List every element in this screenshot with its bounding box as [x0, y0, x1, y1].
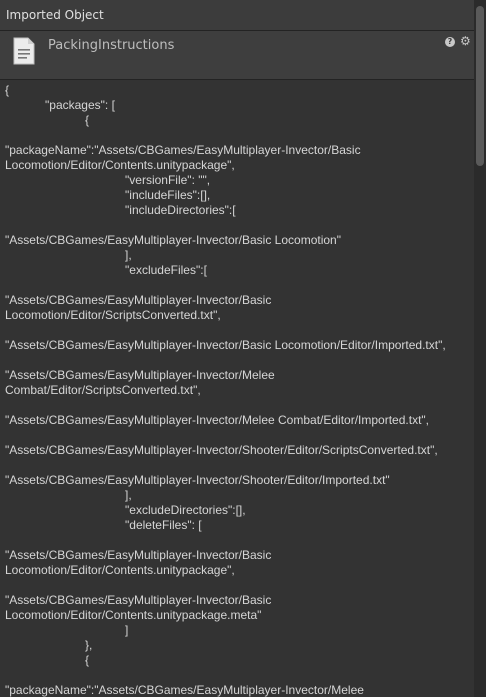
code-line: ],	[5, 488, 132, 502]
code-line: "packages": [	[5, 98, 115, 112]
text-file-icon	[13, 37, 35, 65]
code-line: "packageName":"Assets/CBGames/EasyMultip…	[5, 683, 364, 697]
code-line: "Assets/CBGames/EasyMultiplayer-Invector…	[5, 548, 272, 562]
code-line: "Assets/CBGames/EasyMultiplayer-Invector…	[5, 233, 341, 247]
code-line: ]	[5, 623, 129, 637]
code-text: { "packages": [ { "packageName":"Assets/C…	[0, 80, 474, 697]
help-icon[interactable]: ?	[445, 37, 455, 47]
scrollbar-thumb[interactable]	[476, 6, 484, 166]
code-line: "excludeFiles":[	[5, 263, 207, 277]
code-line: "includeDirectories":[	[5, 203, 236, 217]
code-line: ],	[5, 248, 132, 262]
code-line: "excludeDirectories":[],	[5, 503, 246, 517]
code-line: "Assets/CBGames/EasyMultiplayer-Invector…	[5, 443, 438, 457]
code-line: "Assets/CBGames/EasyMultiplayer-Invector…	[5, 368, 275, 382]
code-line: "includeFiles":[],	[5, 188, 211, 202]
text-asset-preview[interactable]: { "packages": [ { "packageName":"Assets/C…	[0, 80, 474, 697]
code-line: "Assets/CBGames/EasyMultiplayer-Invector…	[5, 338, 446, 352]
code-line: {	[5, 83, 10, 97]
code-line: "Assets/CBGames/EasyMultiplayer-Invector…	[5, 293, 272, 307]
inspector-title-bar: Imported Object	[0, 0, 474, 31]
code-line: Locomotion/Editor/Contents.unitypackage"…	[5, 158, 235, 172]
code-line: },	[5, 638, 93, 652]
object-name: PackingInstructions	[48, 38, 175, 53]
code-line: {	[5, 113, 90, 127]
code-line: Combat/Editor/ScriptsConverted.txt",	[5, 383, 201, 397]
code-line: Locomotion/Editor/Contents.unitypackage.…	[5, 608, 262, 622]
code-line: "packageName":"Assets/CBGames/EasyMultip…	[5, 143, 361, 157]
code-line: Locomotion/Editor/ScriptsConverted.txt",	[5, 308, 221, 322]
object-header: PackingInstructions ? ⚙	[0, 31, 474, 80]
code-line: {	[5, 653, 90, 667]
code-line: Locomotion/Editor/Contents.unitypackage"…	[5, 563, 235, 577]
code-line: "deleteFiles": [	[5, 518, 202, 532]
code-line: "versionFile": "",	[5, 173, 211, 187]
gear-icon[interactable]: ⚙	[460, 34, 471, 48]
code-line: "Assets/CBGames/EasyMultiplayer-Invector…	[5, 593, 272, 607]
vertical-scrollbar[interactable]	[474, 0, 486, 697]
window-title: Imported Object	[6, 8, 104, 22]
code-line: "Assets/CBGames/EasyMultiplayer-Invector…	[5, 413, 430, 427]
code-line: "Assets/CBGames/EasyMultiplayer-Invector…	[5, 473, 390, 487]
